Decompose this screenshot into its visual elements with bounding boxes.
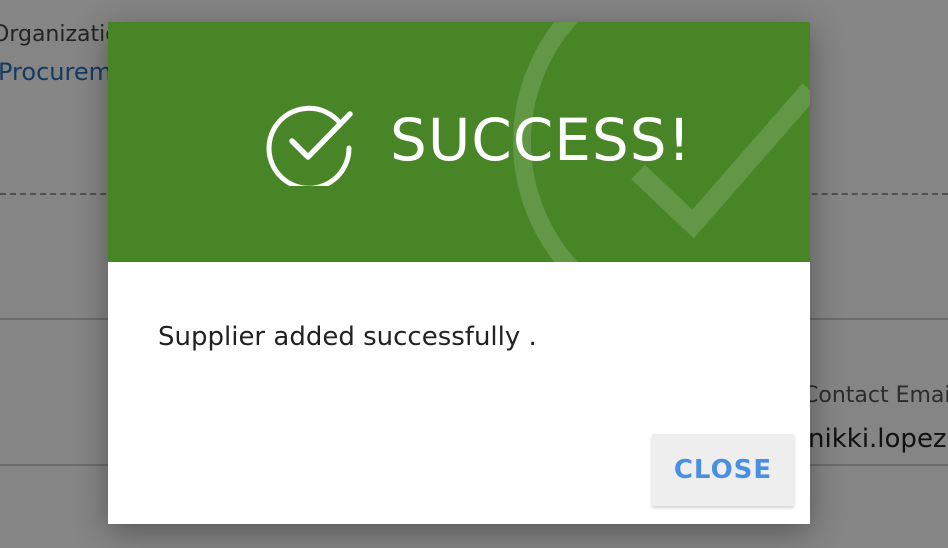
check-circle-icon: [266, 105, 353, 186]
dialog-message: Supplier added successfully .: [158, 322, 537, 352]
close-button[interactable]: CLOSE: [652, 434, 794, 506]
dialog-header: SUCCESS!: [108, 22, 810, 262]
success-dialog: SUCCESS! Supplier added successfully . C…: [108, 22, 810, 524]
dialog-title: SUCCESS!: [390, 106, 692, 174]
